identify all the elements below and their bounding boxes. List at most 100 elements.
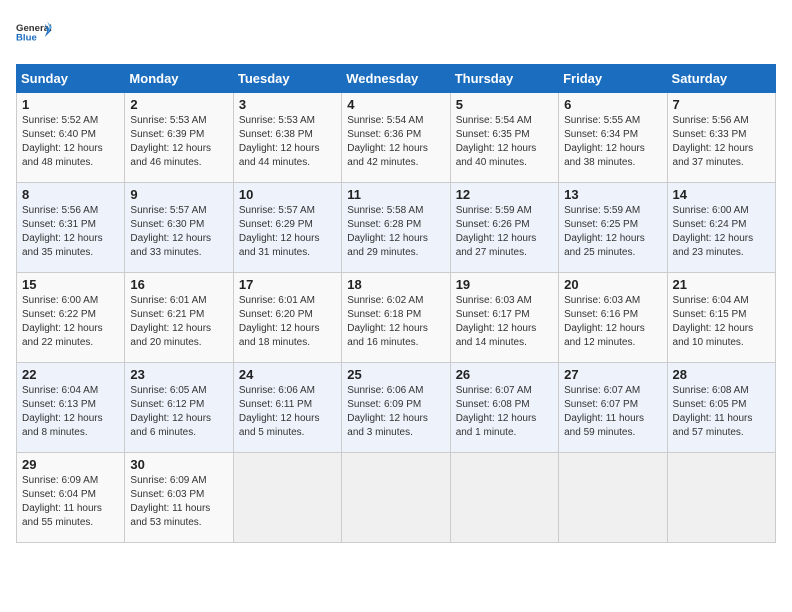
day-info: Sunrise: 5:53 AMSunset: 6:38 PMDaylight:… [239,115,320,168]
calendar-cell: 10Sunrise: 5:57 AMSunset: 6:29 PMDayligh… [233,183,341,273]
calendar-cell [233,453,341,543]
day-info: Sunrise: 6:07 AMSunset: 6:07 PMDaylight:… [564,385,644,438]
day-info: Sunrise: 6:03 AMSunset: 6:17 PMDaylight:… [456,295,537,348]
calendar-cell: 14 Sunrise: 6:00 AMSunset: 6:24 PMDayligh… [667,183,775,273]
day-number: 26 [456,367,553,382]
calendar-week-row: 15 Sunrise: 6:00 AMSunset: 6:22 PMDayligh… [17,273,776,363]
calendar-cell: 27 Sunrise: 6:07 AMSunset: 6:07 PMDayligh… [559,363,667,453]
day-number: 17 [239,277,336,292]
day-number: 29 [22,457,119,472]
calendar-cell: 28 Sunrise: 6:08 AMSunset: 6:05 PMDayligh… [667,363,775,453]
calendar-cell: 20Sunrise: 6:03 AMSunset: 6:16 PMDayligh… [559,273,667,363]
day-number: 6 [564,97,661,112]
logo-svg-container: General Blue [16,16,52,52]
svg-text:Blue: Blue [16,33,37,44]
logo-bird-icon: General Blue [16,16,52,52]
calendar-cell: 15 Sunrise: 6:00 AMSunset: 6:22 PMDayligh… [17,273,125,363]
day-info: Sunrise: 6:00 AMSunset: 6:22 PMDaylight:… [22,295,103,348]
calendar-week-row: 8 Sunrise: 5:56 AMSunset: 6:31 PMDaylight… [17,183,776,273]
calendar-cell: 29 Sunrise: 6:09 AMSunset: 6:04 PMDayligh… [17,453,125,543]
day-info: Sunrise: 6:04 AMSunset: 6:13 PMDaylight:… [22,385,103,438]
calendar-cell: 6 Sunrise: 5:55 AMSunset: 6:34 PMDaylight… [559,93,667,183]
day-info: Sunrise: 5:59 AMSunset: 6:25 PMDaylight:… [564,205,645,258]
calendar-cell: 7Sunrise: 5:56 AMSunset: 6:33 PMDaylight… [667,93,775,183]
day-number: 23 [130,367,227,382]
day-number: 27 [564,367,661,382]
day-info: Sunrise: 6:02 AMSunset: 6:18 PMDaylight:… [347,295,428,348]
col-header-tuesday: Tuesday [233,65,341,93]
day-info: Sunrise: 6:06 AMSunset: 6:11 PMDaylight:… [239,385,320,438]
day-info: Sunrise: 5:54 AMSunset: 6:35 PMDaylight:… [456,115,537,168]
day-number: 4 [347,97,444,112]
calendar-cell [450,453,558,543]
day-number: 19 [456,277,553,292]
calendar-cell: 8 Sunrise: 5:56 AMSunset: 6:31 PMDaylight… [17,183,125,273]
day-number: 24 [239,367,336,382]
calendar-cell: 26 Sunrise: 6:07 AMSunset: 6:08 PMDayligh… [450,363,558,453]
day-info: Sunrise: 6:08 AMSunset: 6:05 PMDaylight:… [673,385,753,438]
col-header-friday: Friday [559,65,667,93]
col-header-thursday: Thursday [450,65,558,93]
day-info: Sunrise: 6:07 AMSunset: 6:08 PMDaylight:… [456,385,537,438]
day-info: Sunrise: 6:06 AMSunset: 6:09 PMDaylight:… [347,385,428,438]
calendar-cell: 4Sunrise: 5:54 AMSunset: 6:36 PMDaylight… [342,93,450,183]
calendar-cell: 1Sunrise: 5:52 AMSunset: 6:40 PMDaylight… [17,93,125,183]
calendar-cell: 17 Sunrise: 6:01 AMSunset: 6:20 PMDayligh… [233,273,341,363]
day-number: 12 [456,187,553,202]
day-info: Sunrise: 6:01 AMSunset: 6:21 PMDaylight:… [130,295,211,348]
col-header-wednesday: Wednesday [342,65,450,93]
day-info: Sunrise: 5:56 AMSunset: 6:31 PMDaylight:… [22,205,103,258]
col-header-sunday: Sunday [17,65,125,93]
day-info: Sunrise: 6:04 AMSunset: 6:15 PMDaylight:… [673,295,754,348]
day-info: Sunrise: 6:09 AMSunset: 6:04 PMDaylight:… [22,475,102,528]
day-info: Sunrise: 5:57 AMSunset: 6:29 PMDaylight:… [239,205,320,258]
calendar-cell: 13 Sunrise: 5:59 AMSunset: 6:25 PMDayligh… [559,183,667,273]
calendar-cell: 24 Sunrise: 6:06 AMSunset: 6:11 PMDayligh… [233,363,341,453]
day-number: 28 [673,367,770,382]
calendar-cell: 16 Sunrise: 6:01 AMSunset: 6:21 PMDayligh… [125,273,233,363]
day-number: 15 [22,277,119,292]
calendar-cell [667,453,775,543]
day-info: Sunrise: 6:01 AMSunset: 6:20 PMDaylight:… [239,295,320,348]
day-info: Sunrise: 5:56 AMSunset: 6:33 PMDaylight:… [673,115,754,168]
day-info: Sunrise: 5:57 AMSunset: 6:30 PMDaylight:… [130,205,211,258]
day-info: Sunrise: 6:03 AMSunset: 6:16 PMDaylight:… [564,295,645,348]
calendar-cell: 18 Sunrise: 6:02 AMSunset: 6:18 PMDayligh… [342,273,450,363]
calendar-cell: 30 Sunrise: 6:09 AMSunset: 6:03 PMDayligh… [125,453,233,543]
calendar-header-row: SundayMondayTuesdayWednesdayThursdayFrid… [17,65,776,93]
day-info: Sunrise: 5:52 AMSunset: 6:40 PMDaylight:… [22,115,103,168]
calendar-table: SundayMondayTuesdayWednesdayThursdayFrid… [16,64,776,543]
day-number: 8 [22,187,119,202]
logo: General Blue [16,16,52,52]
calendar-cell: 22 Sunrise: 6:04 AMSunset: 6:13 PMDayligh… [17,363,125,453]
day-number: 21 [673,277,770,292]
day-number: 22 [22,367,119,382]
day-info: Sunrise: 5:55 AMSunset: 6:34 PMDaylight:… [564,115,645,168]
day-info: Sunrise: 5:59 AMSunset: 6:26 PMDaylight:… [456,205,537,258]
calendar-cell: 23 Sunrise: 6:05 AMSunset: 6:12 PMDayligh… [125,363,233,453]
day-info: Sunrise: 6:05 AMSunset: 6:12 PMDaylight:… [130,385,211,438]
calendar-cell: 25 Sunrise: 6:06 AMSunset: 6:09 PMDayligh… [342,363,450,453]
calendar-week-row: 22 Sunrise: 6:04 AMSunset: 6:13 PMDayligh… [17,363,776,453]
day-number: 13 [564,187,661,202]
day-number: 5 [456,97,553,112]
day-number: 2 [130,97,227,112]
day-info: Sunrise: 6:00 AMSunset: 6:24 PMDaylight:… [673,205,754,258]
day-info: Sunrise: 6:09 AMSunset: 6:03 PMDaylight:… [130,475,210,528]
day-number: 18 [347,277,444,292]
calendar-cell: 5 Sunrise: 5:54 AMSunset: 6:35 PMDaylight… [450,93,558,183]
page-header: General Blue [16,16,776,52]
day-info: Sunrise: 5:53 AMSunset: 6:39 PMDaylight:… [130,115,211,168]
day-number: 11 [347,187,444,202]
calendar-cell: 21 Sunrise: 6:04 AMSunset: 6:15 PMDayligh… [667,273,775,363]
calendar-cell: 9 Sunrise: 5:57 AMSunset: 6:30 PMDaylight… [125,183,233,273]
day-number: 30 [130,457,227,472]
day-info: Sunrise: 5:58 AMSunset: 6:28 PMDaylight:… [347,205,428,258]
day-number: 25 [347,367,444,382]
day-number: 9 [130,187,227,202]
day-number: 16 [130,277,227,292]
day-number: 14 [673,187,770,202]
calendar-cell: 19 Sunrise: 6:03 AMSunset: 6:17 PMDayligh… [450,273,558,363]
calendar-cell: 2 Sunrise: 5:53 AMSunset: 6:39 PMDaylight… [125,93,233,183]
calendar-cell [342,453,450,543]
